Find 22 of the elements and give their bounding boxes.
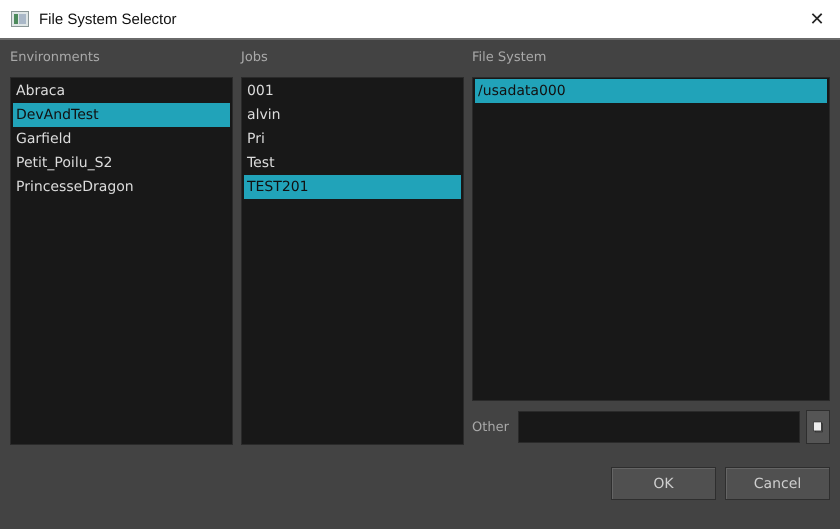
list-item[interactable]: Petit_Poilu_S2 bbox=[13, 151, 230, 175]
list-item[interactable]: PrincesseDragon bbox=[13, 175, 230, 199]
list-item[interactable]: 001 bbox=[244, 79, 461, 103]
browse-button[interactable] bbox=[806, 410, 830, 444]
list-item[interactable]: Abraca bbox=[13, 79, 230, 103]
list-label: File System bbox=[472, 49, 546, 67]
list-item[interactable]: TEST201 bbox=[244, 175, 461, 199]
other-field[interactable] bbox=[518, 411, 800, 443]
other-label: Other bbox=[472, 420, 510, 434]
dialog-button[interactable]: Cancel bbox=[725, 467, 830, 500]
list-label: Jobs bbox=[241, 49, 268, 67]
window-icon bbox=[11, 11, 29, 27]
list-item[interactable]: Garfield bbox=[13, 127, 230, 151]
list-item[interactable]: alvin bbox=[244, 103, 461, 127]
list-item[interactable]: DevAndTest bbox=[13, 103, 230, 127]
dialog-button[interactable]: OK bbox=[611, 467, 716, 500]
window-title: File System Selector bbox=[39, 10, 178, 28]
close-button[interactable]: ✕ bbox=[794, 0, 840, 38]
list-label: Environments bbox=[10, 49, 100, 67]
list-item[interactable]: Pri bbox=[244, 127, 461, 151]
list-item[interactable]: /usadata000 bbox=[475, 79, 827, 103]
list-item[interactable]: Test bbox=[244, 151, 461, 175]
